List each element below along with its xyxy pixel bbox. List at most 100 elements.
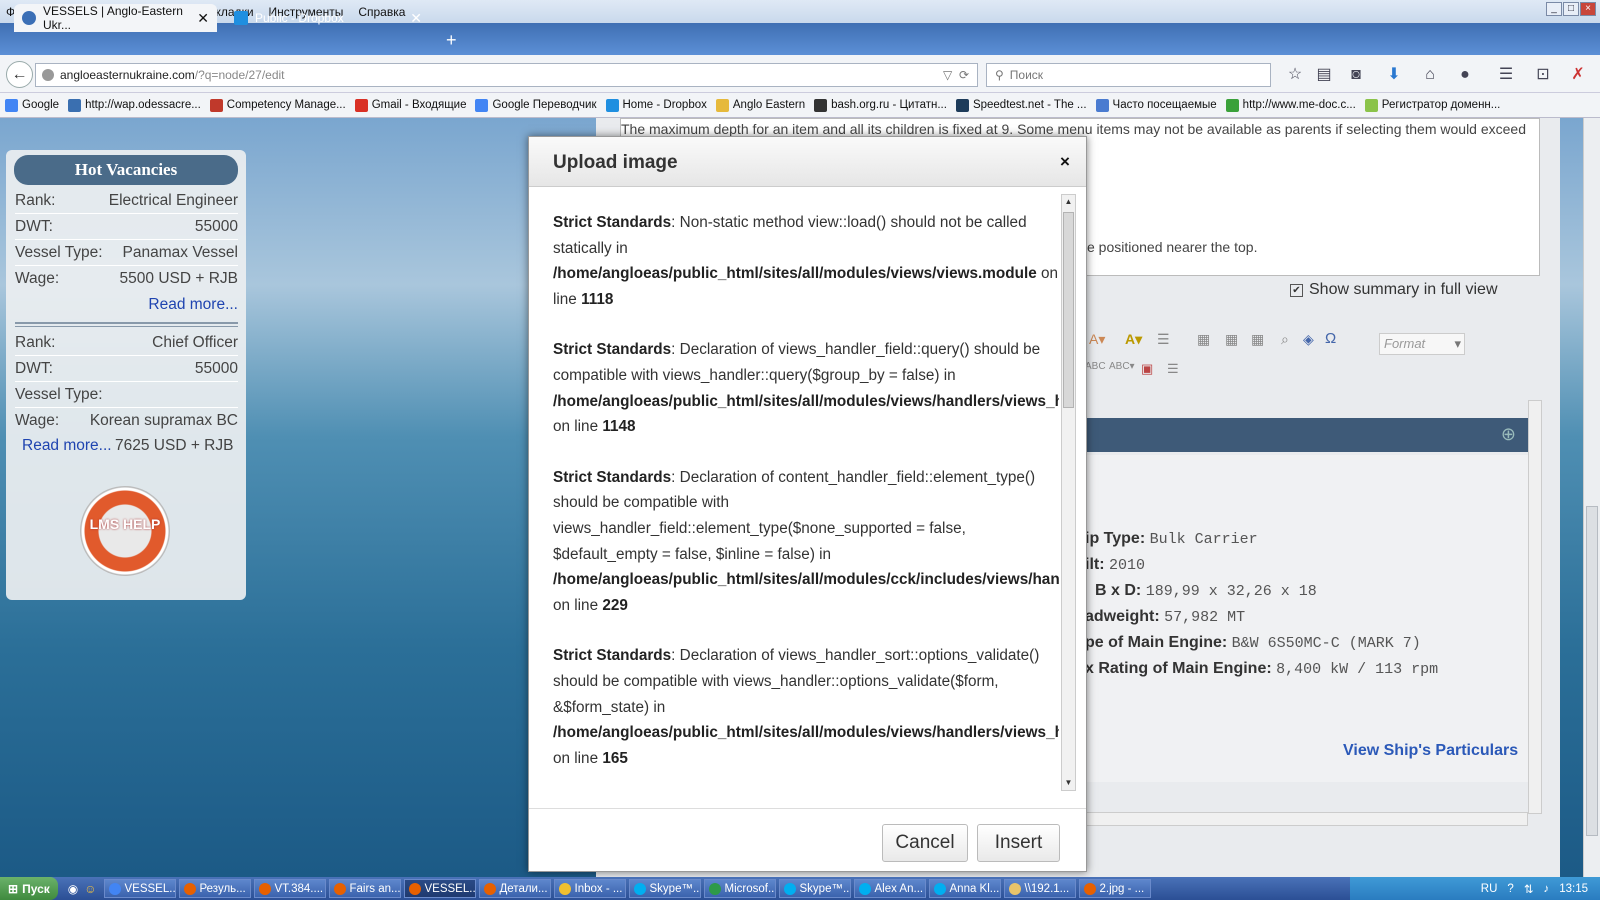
close-tab-icon[interactable]: ✕	[197, 10, 209, 27]
taskbar-button[interactable]: VESSEL...	[403, 879, 476, 898]
bookmark-item[interactable]: Speedtest.net - The ...	[955, 98, 1087, 112]
bookmark-item[interactable]: Часто посещаемые	[1095, 98, 1217, 112]
taskbar-button[interactable]: VESSEL...	[103, 879, 176, 898]
bookmark-label: Часто посещаемые	[1112, 99, 1217, 111]
taskbar-button[interactable]: Skype™...	[778, 879, 851, 898]
home-icon[interactable]: ⌂	[1420, 65, 1440, 85]
help-icon[interactable]: ?	[1507, 883, 1513, 895]
maximize-button[interactable]: □	[1563, 2, 1579, 16]
detail-value: 189,99 x 32,26 x 18	[1145, 583, 1317, 600]
scrollbar-thumb[interactable]	[1586, 506, 1598, 836]
language-indicator[interactable]: RU	[1481, 883, 1498, 895]
bookmark-item[interactable]: bash.org.ru - Цитатн...	[814, 98, 947, 112]
spellcheck-menu-icon[interactable]: ABC▾	[1109, 361, 1135, 372]
volume-icon[interactable]: ♪	[1543, 883, 1549, 895]
page-scrollbar[interactable]	[1583, 118, 1600, 877]
minimize-button[interactable]: _	[1546, 2, 1562, 16]
bookmark-item[interactable]: Gmail - Входящие	[354, 98, 466, 112]
view-particulars-link[interactable]: View Ship's Particulars	[1343, 742, 1518, 760]
bookmark-item[interactable]: http://www.me-doc.c...	[1225, 98, 1356, 112]
taskbar-button[interactable]: Inbox - ...	[553, 879, 626, 898]
taskbar-button[interactable]: Microsof...	[703, 879, 776, 898]
spellcheck-icon[interactable]: ABC	[1085, 361, 1106, 372]
pocket-icon[interactable]: ◙	[1346, 65, 1366, 85]
start-button[interactable]: ⊞ Пуск	[0, 877, 58, 900]
bookmarks-bar: Google http://wap.odessacre... Competency …	[0, 93, 1600, 118]
bookmark-item[interactable]: Google	[5, 98, 59, 112]
special-char-icon[interactable]: Ω	[1325, 330, 1336, 347]
editor-horizontal-scrollbar[interactable]	[1085, 812, 1528, 826]
font-color-icon[interactable]: A▾	[1089, 331, 1105, 348]
menu-icon[interactable]: ☰	[1496, 65, 1516, 85]
lms-help-lifebuoy-icon[interactable]: LMS HELP	[80, 486, 170, 576]
close-icon[interactable]: ×	[1060, 152, 1070, 172]
error-line: 229	[602, 596, 628, 614]
new-tab-button[interactable]: +	[446, 30, 457, 51]
find-icon[interactable]: ⌕	[1281, 331, 1289, 348]
taskbar-button[interactable]: Детали...	[478, 879, 551, 898]
rank-label: Rank:	[15, 334, 56, 351]
content-header-band: ⊕	[1085, 418, 1528, 452]
dropdown-reload-icons[interactable]: ▽ ⟳	[943, 68, 969, 82]
taskbar-button[interactable]: Skype™...	[628, 879, 701, 898]
search-input[interactable]: ⚲ Поиск	[986, 63, 1271, 87]
bookmark-item[interactable]: Home - Dropbox	[605, 98, 707, 112]
quicklaunch-icon[interactable]: ☺	[84, 882, 96, 896]
paste-icon[interactable]: ▦	[1197, 331, 1210, 348]
download-icon[interactable]: ⬇	[1384, 65, 1404, 85]
bookmark-item[interactable]: Competency Manage...	[209, 98, 346, 112]
network-icon[interactable]: ⇅	[1524, 882, 1534, 896]
addon-icon[interactable]: ✗	[1568, 65, 1588, 85]
bookmark-item[interactable]: http://wap.odessacre...	[68, 98, 201, 112]
addon-icon[interactable]: ⊡	[1533, 65, 1553, 85]
scroll-down-icon[interactable]: ▼	[1062, 776, 1075, 790]
close-window-button[interactable]: ×	[1580, 2, 1596, 16]
paste-text-icon[interactable]: ▦	[1225, 331, 1238, 348]
tab-vessels[interactable]: VESSELS | Anglo-Eastern Ukr... ✕	[14, 4, 217, 32]
error-line: 1118	[581, 290, 614, 308]
quicklaunch-icon[interactable]: ◉	[68, 882, 78, 896]
show-summary-checkbox[interactable]: ✔ Show summary in full view	[1290, 281, 1498, 299]
detail-key: ip Type:	[1085, 530, 1146, 547]
error-message: Strict Standards: Non-static method view…	[553, 210, 1059, 312]
anchor-icon: ⊕	[1500, 424, 1516, 444]
scrollbar-thumb[interactable]	[1063, 212, 1074, 408]
cancel-button[interactable]: Cancel	[882, 824, 968, 862]
dwt-value: 55000	[194, 218, 238, 235]
bookmark-item[interactable]: Google Переводчик	[475, 98, 597, 112]
highlight-icon[interactable]: A▾	[1125, 331, 1142, 348]
format-dropdown[interactable]: Format ▾	[1379, 333, 1465, 355]
url-host: angloeasternukraine.com	[60, 68, 195, 82]
reading-list-icon[interactable]: ▤	[1314, 65, 1334, 85]
pagebreak-icon[interactable]: ☰	[1167, 361, 1179, 377]
read-more-link[interactable]: Read more...	[22, 437, 112, 455]
read-more-link[interactable]: Read more...	[148, 296, 238, 314]
bookmark-item[interactable]: Регистратор доменн...	[1364, 98, 1500, 112]
dialog-scrollbar[interactable]: ▲ ▼	[1061, 194, 1076, 791]
paste-word-icon[interactable]: ▦	[1251, 331, 1264, 348]
taskbar-button[interactable]: VT.384....	[253, 879, 326, 898]
url-bar[interactable]: angloeasternukraine.com/?q=node/27/edit …	[35, 63, 978, 87]
rule-icon[interactable]: ☰	[1157, 331, 1170, 348]
scroll-up-icon[interactable]: ▲	[1062, 195, 1075, 209]
taskbar-button[interactable]: Резуль...	[178, 879, 251, 898]
bookmark-icon	[814, 98, 828, 112]
taskbar-button[interactable]: Alex An...	[853, 879, 926, 898]
taskbar-label: Microsof...	[724, 882, 776, 895]
insert-button[interactable]: Insert	[977, 824, 1060, 862]
image-icon[interactable]: ▣	[1141, 361, 1153, 377]
bookmark-item[interactable]: Anglo Eastern	[715, 98, 805, 112]
back-button[interactable]: ←	[6, 61, 33, 88]
star-icon[interactable]: ☆	[1285, 65, 1305, 85]
bookmark-icon	[5, 98, 18, 112]
taskbar-button[interactable]: Anna Kl...	[928, 879, 1001, 898]
url-text: angloeasternukraine.com/?q=node/27/edit	[60, 68, 285, 82]
taskbar-button[interactable]: \\192.1...	[1003, 879, 1076, 898]
taskbar-button[interactable]: 2.jpg - ...	[1078, 879, 1151, 898]
close-tab-icon[interactable]: ✕	[410, 10, 422, 27]
editor-scrollbar[interactable]	[1528, 400, 1542, 814]
taskbar-button[interactable]: Fairs an...	[328, 879, 401, 898]
tab-dropbox[interactable]: Public - Dropbox ✕	[226, 4, 430, 32]
eraser-icon[interactable]: ◈	[1303, 331, 1314, 348]
chat-icon[interactable]: ●	[1455, 65, 1475, 85]
